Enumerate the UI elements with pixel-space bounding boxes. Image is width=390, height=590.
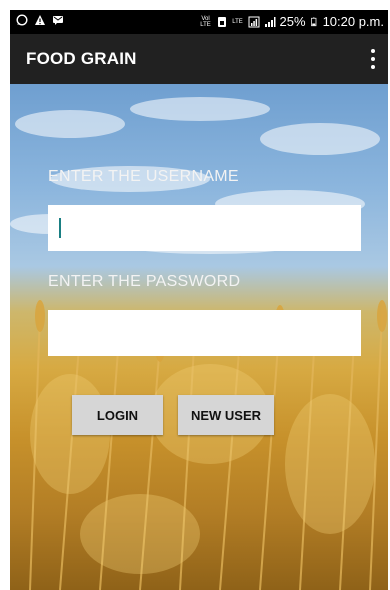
battery-percent: 25% bbox=[279, 14, 306, 29]
volte-indicator: Vol LTE bbox=[200, 15, 211, 28]
username-input[interactable] bbox=[48, 205, 361, 251]
password-label: ENTER THE PASSWORD bbox=[48, 273, 241, 290]
status-right-icons: Vol LTE LTE 25% 10:20 p.m. bbox=[200, 14, 384, 29]
message-icon bbox=[53, 16, 63, 25]
password-input[interactable] bbox=[48, 310, 361, 356]
app-title: FOOD GRAIN bbox=[26, 49, 137, 68]
login-content: ENTER THE USERNAME ENTER THE PASSWORD LO… bbox=[10, 84, 388, 590]
new-user-button[interactable]: NEW USER bbox=[178, 395, 274, 435]
username-label: ENTER THE USERNAME bbox=[48, 168, 239, 185]
lte-indicator: LTE bbox=[232, 18, 243, 25]
status-bar: Vol LTE LTE 25% 10:20 p.m. bbox=[10, 10, 388, 34]
overflow-menu-icon[interactable] bbox=[364, 46, 382, 72]
sim-icon bbox=[217, 16, 226, 27]
signal-icon-1 bbox=[248, 16, 260, 27]
text-cursor bbox=[59, 218, 61, 238]
status-left-icons bbox=[16, 14, 64, 26]
phone-screen: Vol LTE LTE 25% 10:20 p.m. FOOD GRAIN EN… bbox=[10, 10, 388, 590]
battery-icon bbox=[310, 17, 316, 26]
signal-icon-2 bbox=[264, 16, 276, 27]
login-button[interactable]: LOGIN bbox=[72, 395, 163, 435]
clock: 10:20 p.m. bbox=[322, 14, 384, 29]
whatsapp-icon bbox=[16, 14, 28, 26]
warning-icon bbox=[35, 15, 45, 25]
app-bar: FOOD GRAIN bbox=[10, 34, 388, 84]
